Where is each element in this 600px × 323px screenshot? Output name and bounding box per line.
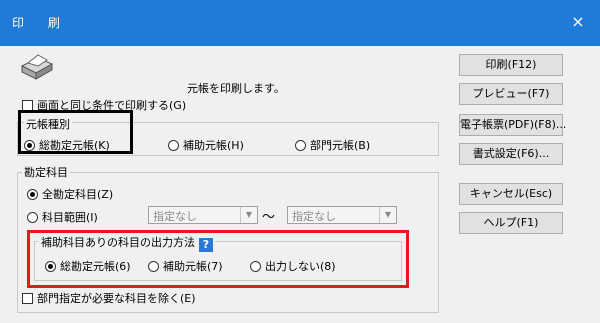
radio-label: 総勘定元帳(6) [60,260,131,273]
radio-ledger-general[interactable]: 総勘定元帳(K) [24,137,110,153]
help-icon[interactable]: ? [199,238,213,252]
checkbox-box[interactable] [22,293,33,304]
radio-dot[interactable] [27,189,38,200]
radio-output-general[interactable]: 総勘定元帳(6) [45,258,131,274]
radio-dot[interactable] [24,140,35,151]
range-to-select[interactable]: 指定なし ▼ [287,206,397,224]
ledger-type-legend: 元帳種別 [24,116,72,132]
range-from-select[interactable]: 指定なし ▼ [148,206,258,224]
radio-all-accounts[interactable]: 全勘定科目(Z) [27,186,113,202]
title-bar: 印 刷 × [0,0,600,46]
chevron-down-icon[interactable]: ▼ [240,207,257,223]
radio-dot[interactable] [295,140,306,151]
close-icon[interactable]: × [566,10,590,34]
printer-icon [20,54,54,80]
radio-dot[interactable] [168,140,179,151]
radio-label: 全勘定科目(Z) [42,188,114,201]
radio-label: 部門元帳(B) [310,139,371,152]
dialog-body: 元帳を印刷します。 画面と同じ条件で印刷する(G) 元帳種別 総勘定元帳(K) … [0,46,600,323]
preview-button[interactable]: プレビュー(F7) [459,83,563,105]
range-to-value: 指定なし [292,210,336,223]
account-legend: 勘定科目 [22,164,70,180]
radio-dot[interactable] [148,261,159,272]
radio-ledger-dept[interactable]: 部門元帳(B) [295,137,370,153]
cancel-button[interactable]: キャンセル(Esc) [459,183,563,205]
radio-label: 補助元帳(7) [163,260,223,273]
radio-dot[interactable] [27,212,38,223]
format-settings-button[interactable]: 書式設定(F6)... [459,143,563,165]
exclude-dept-checkbox[interactable]: 部門指定が必要な科目を除く(E) [22,290,196,306]
radio-account-range[interactable]: 科目範囲(I) [27,209,98,225]
range-from-value: 指定なし [153,210,197,223]
print-message: 元帳を印刷します。 [187,82,285,95]
radio-dot[interactable] [45,261,56,272]
window-title: 印 刷 [12,16,70,30]
radio-label: 総勘定元帳(K) [39,139,110,152]
help-button[interactable]: ヘルプ(F1) [459,212,563,234]
print-button[interactable]: 印刷(F12) [459,54,563,76]
radio-label: 出力しない(8) [265,260,336,273]
chevron-down-icon[interactable]: ▼ [379,207,396,223]
range-tilde: ～ [262,210,276,225]
radio-output-none[interactable]: 出力しない(8) [250,258,336,274]
exclude-dept-label: 部門指定が必要な科目を除く(E) [37,292,196,305]
electronic-pdf-button[interactable]: 電子帳票(PDF)(F8)... [459,114,566,136]
radio-label: 科目範囲(I) [42,211,98,224]
sub-output-legend: 補助科目ありの科目の出力方法? [39,234,215,252]
radio-output-sub[interactable]: 補助元帳(7) [148,258,223,274]
radio-dot[interactable] [250,261,261,272]
radio-ledger-sub[interactable]: 補助元帳(H) [168,137,244,153]
radio-label: 補助元帳(H) [183,139,244,152]
sub-output-legend-text: 補助科目ありの科目の出力方法 [41,236,195,249]
